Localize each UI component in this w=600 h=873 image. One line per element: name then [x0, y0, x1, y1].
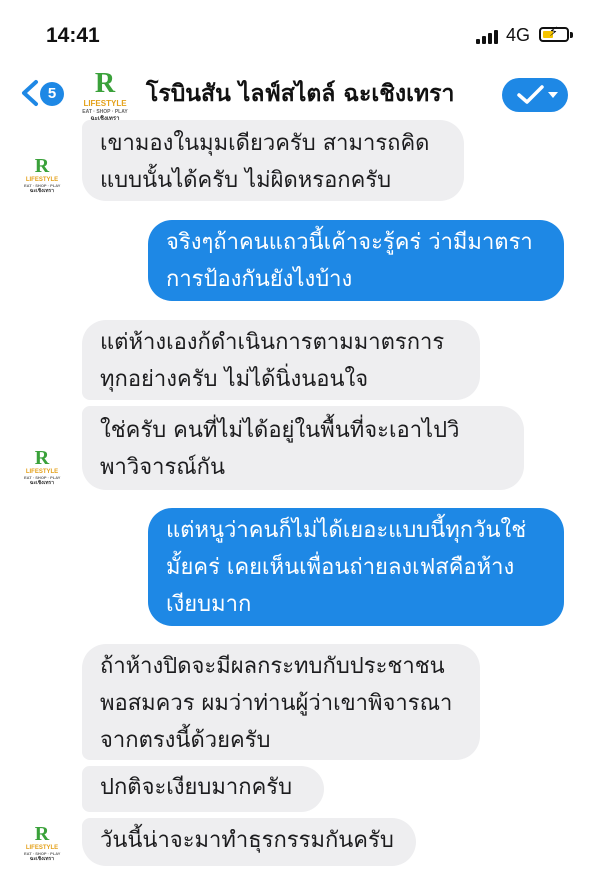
logo-r-mark: R	[34, 155, 50, 177]
message-text-line: ถ้าห้างปิดจะมีผลกระทบกับประชาชน	[100, 654, 445, 679]
message-text-line: พาวิจารณ์กัน	[100, 455, 226, 480]
message-text-line: เขามองในมุมเดียวครับ สามารถคิด	[100, 131, 430, 156]
message-bubble-incoming[interactable]: ปกติจะเงียบมากครับ	[82, 766, 324, 812]
logo-brand-city: ฉะเชิงเทรา	[29, 480, 55, 486]
message-text-line: การป้องกันยังไงบ้าง	[166, 267, 353, 292]
logo-r-mark: R	[34, 447, 50, 469]
unread-count-badge[interactable]: 5	[40, 82, 64, 106]
status-time: 14:41	[46, 24, 100, 47]
battery-icon: ⚡	[539, 25, 569, 42]
logo-brand-sub: EAT · SHOP · PLAY	[82, 109, 128, 115]
message-text-line: แต่หนูว่าคนก็ไม่ได้เยอะแบบนี้ทุกวันใช่	[166, 518, 527, 543]
message-text-line: เงียบมาก	[166, 592, 252, 617]
message-text-line: จากตรงนี้ด้วยครับ	[100, 728, 271, 753]
sender-avatar-logo[interactable]: R LIFESTYLE EAT · SHOP · PLAY ฉะเชิงเทรา	[24, 448, 60, 488]
logo-brand-city: ฉะเชิงเทรา	[29, 188, 55, 194]
message-bubble-incoming[interactable]: เขามองในมุมเดียวครับ สามารถคิด แบบนั้นได…	[82, 120, 464, 201]
message-text-line: ใช่ครับ คนที่ไม่ได้อยู่ในพื้นที่จะเอาไปว…	[100, 418, 460, 443]
page-avatar-logo[interactable]: R LIFESTYLE EAT · SHOP · PLAY ฉะเชิงเทรา	[82, 68, 128, 123]
message-text-line: มั้ยคร่ เคยเห็นเพื่อนถ่ายลงเฟสคือห้าง	[166, 555, 515, 580]
signal-strength-icon	[476, 30, 502, 44]
message-bubble-outgoing[interactable]: แต่หนูว่าคนก็ไม่ได้เยอะแบบนี้ทุกวันใช่ ม…	[148, 508, 564, 626]
message-text-line: วันนี้น่าจะมาทำธุรกรรมกันครับ	[100, 828, 394, 853]
message-bubble-incoming[interactable]: ใช่ครับ คนที่ไม่ได้อยู่ในพื้นที่จะเอาไปว…	[82, 406, 524, 490]
logo-r-mark: R	[94, 68, 116, 99]
logo-brand-main: LIFESTYLE	[83, 99, 127, 108]
sender-avatar-logo[interactable]: R LIFESTYLE EAT · SHOP · PLAY ฉะเชิงเทรา	[24, 156, 60, 196]
message-text-line: จริงๆถ้าคนแถวนี้เค้าจะรู้คร่ ว่ามีมาตรา	[166, 230, 533, 255]
charging-bolt-icon: ⚡	[549, 25, 559, 40]
message-text-line: ปกติจะเงียบมากครับ	[100, 775, 293, 800]
message-text-line: ทุกอย่างครับ ไม่ได้นิ่งนอนใจ	[100, 367, 369, 392]
logo-r-mark: R	[34, 823, 50, 845]
message-bubble-incoming[interactable]: ถ้าห้างปิดจะมีผลกระทบกับประชาชน พอสมควร …	[82, 644, 480, 760]
message-text-line: พอสมควร ผมว่าท่านผู้ว่าเขาพิจารณา	[100, 691, 453, 716]
message-bubble-outgoing[interactable]: จริงๆถ้าคนแถวนี้เค้าจะรู้คร่ ว่ามีมาตรา …	[148, 220, 564, 301]
verified-dropdown-button[interactable]	[502, 78, 568, 112]
message-text-line: แบบนั้นได้ครับ ไม่ผิดหรอกครับ	[100, 168, 392, 193]
message-text-line: แต่ห้างเองก้ดำเนินการตามมาตรการ	[100, 330, 445, 355]
network-type: 4G	[506, 25, 531, 45]
battery-tip	[570, 32, 573, 38]
chat-title: โรบินสัน ไลฟ์สไตล์ ฉะเชิงเทรา	[146, 81, 455, 107]
status-bar: 14:41 4G ⚡	[0, 0, 600, 70]
sender-avatar-logo[interactable]: R LIFESTYLE EAT · SHOP · PLAY ฉะเชิงเทรา	[24, 824, 60, 864]
check-dropdown-icon	[517, 85, 558, 104]
message-bubble-incoming[interactable]: แต่ห้างเองก้ดำเนินการตามมาตรการ ทุกอย่าง…	[82, 320, 480, 400]
logo-brand-city: ฉะเชิงเทรา	[29, 856, 55, 862]
message-bubble-incoming[interactable]: วันนี้น่าจะมาทำธุรกรรมกันครับ	[82, 818, 416, 866]
